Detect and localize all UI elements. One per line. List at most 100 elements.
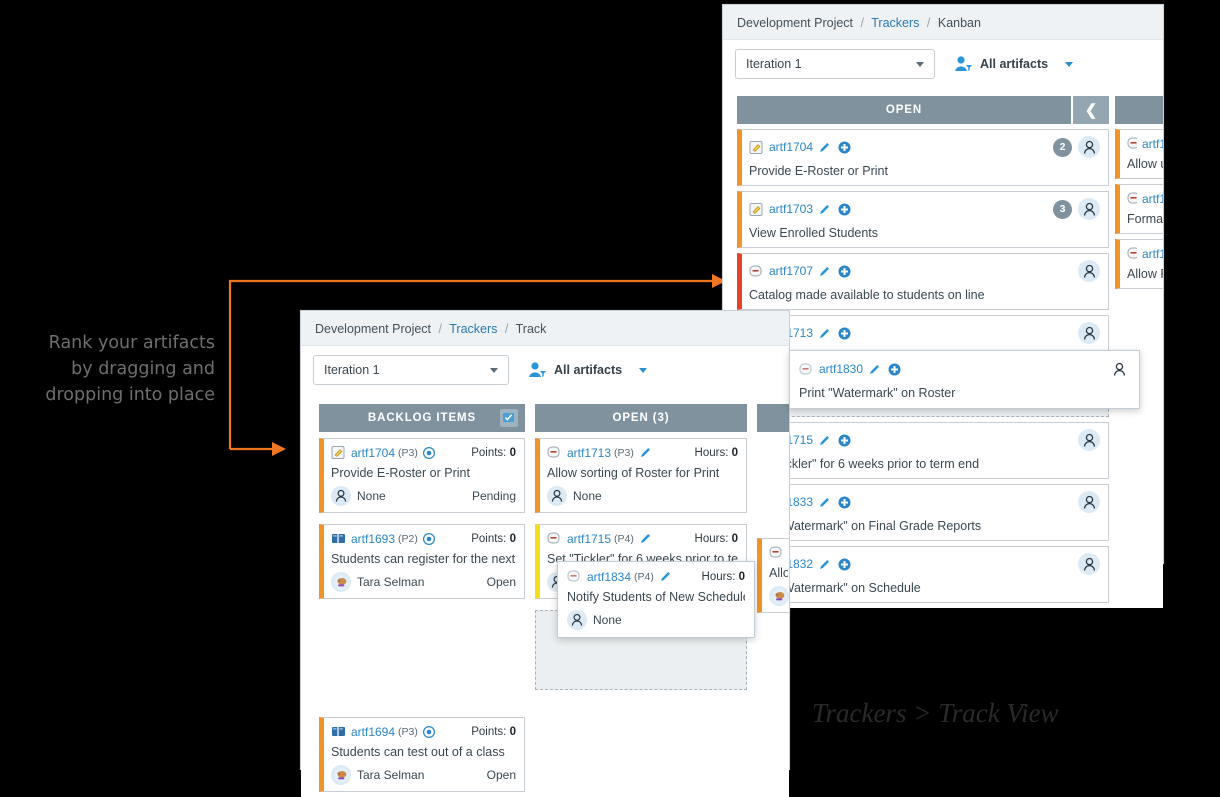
edit-pencil-icon[interactable] xyxy=(818,558,831,571)
task-icon xyxy=(567,570,580,582)
track-card-id[interactable]: artf1704 xyxy=(351,446,395,460)
add-circle-icon[interactable] xyxy=(838,496,851,509)
track-card[interactable]: artf1693 (P2) Points: 0 Students can reg… xyxy=(319,524,525,599)
iteration-select[interactable]: Iteration 1 xyxy=(313,355,509,385)
track-drag-card-metric-value: 0 xyxy=(738,570,745,583)
kanban-card[interactable]: artf1715 Set "Tickler" for 6 weeks prior… xyxy=(737,422,1109,479)
assignee-icon[interactable] xyxy=(1078,136,1100,158)
track-card-title: Allo xyxy=(769,566,788,580)
add-circle-icon[interactable] xyxy=(838,558,851,571)
assignee-icon[interactable] xyxy=(1078,260,1100,282)
track-card-metric: Hours: 0 xyxy=(695,533,738,545)
kanban-card-title: View Enrolled Students xyxy=(749,226,879,240)
track-card-metric-value: 0 xyxy=(509,446,516,459)
kanban-card-id[interactable]: artf1 xyxy=(1142,137,1163,151)
kanban-card[interactable]: artf1 Format E xyxy=(1115,184,1163,234)
assignee-icon[interactable] xyxy=(1078,429,1100,451)
collapse-column-button[interactable]: ❮ xyxy=(1071,96,1109,124)
track-card-id[interactable]: artf1713 xyxy=(567,446,611,460)
task-icon xyxy=(1127,137,1137,149)
track-card-metric-value: 0 xyxy=(731,532,738,545)
kanban-breadcrumb: Development Project / Trackers / Kanban xyxy=(723,5,1163,39)
assignee-icon[interactable] xyxy=(1078,198,1100,220)
track-card-metric-value: 0 xyxy=(509,532,516,545)
breadcrumb-trackers[interactable]: Trackers xyxy=(449,322,497,336)
track-card-priority: (P3) xyxy=(614,446,634,459)
track-drag-card-id[interactable]: artf1834 xyxy=(587,570,631,584)
kanban-card-title: Allow up xyxy=(1127,157,1163,171)
edit-pencil-icon[interactable] xyxy=(659,570,672,583)
add-circle-icon[interactable] xyxy=(888,363,901,376)
track-toolbar: Iteration 1 All artifacts xyxy=(301,345,789,394)
assignee-icon[interactable] xyxy=(1078,491,1100,513)
kanban-card[interactable]: artf1832 Print "Watermark" on Schedule xyxy=(737,546,1109,603)
track-card-id[interactable]: artf1715 xyxy=(567,532,611,546)
task-icon xyxy=(1127,247,1137,259)
add-circle-icon[interactable] xyxy=(838,327,851,340)
kanban-drag-card-title: Print "Watermark" on Roster xyxy=(799,386,956,400)
planning-board-icon[interactable] xyxy=(500,409,518,427)
edit-pencil-icon[interactable] xyxy=(818,327,831,340)
kanban-card-id[interactable]: artf1 xyxy=(1142,247,1163,261)
breadcrumb-project[interactable]: Development Project xyxy=(315,322,431,336)
track-card-assignee: Tara Selman xyxy=(357,768,425,782)
kanban-card[interactable]: artf1 Allow up xyxy=(1115,129,1163,179)
story-icon xyxy=(331,446,345,459)
track-column-backlog-header: BACKLOG ITEMS xyxy=(319,404,525,432)
edit-pencil-icon[interactable] xyxy=(818,203,831,216)
breadcrumb-project[interactable]: Development Project xyxy=(737,16,853,30)
edit-pencil-icon[interactable] xyxy=(639,446,652,459)
kanban-card[interactable]: artf1833 Print "Watermark" on Final Grad… xyxy=(737,484,1109,541)
edit-pencil-icon[interactable] xyxy=(639,532,652,545)
artifact-filter[interactable]: All artifacts xyxy=(527,361,648,379)
track-card-metric-value: 0 xyxy=(509,725,516,738)
track-card-id[interactable]: artf1693 xyxy=(351,532,395,546)
kanban-card-id[interactable]: artf1704 xyxy=(769,140,813,154)
kanban-card-title: Format E xyxy=(1127,212,1163,226)
add-circle-icon[interactable] xyxy=(422,725,435,738)
edit-pencil-icon[interactable] xyxy=(868,363,881,376)
add-circle-icon[interactable] xyxy=(838,265,851,278)
kanban-card-title: Set "Tickler" for 6 weeks prior to term … xyxy=(749,457,980,471)
track-column-open-header: OPEN (3) xyxy=(535,404,747,432)
assignee-icon[interactable] xyxy=(1078,322,1100,344)
track-card-priority: (P4) xyxy=(614,532,634,545)
kanban-card[interactable]: artf1 Allow Fil xyxy=(1115,239,1163,289)
task-icon xyxy=(547,532,560,544)
add-circle-icon[interactable] xyxy=(838,203,851,216)
edit-pencil-icon[interactable] xyxy=(818,434,831,447)
kanban-card-id[interactable]: artf1703 xyxy=(769,202,813,216)
kanban-drag-ghost-card[interactable]: artf1830 Print "Watermark" on Roster xyxy=(789,350,1140,409)
track-card-metric-value: 0 xyxy=(731,446,738,459)
iteration-select[interactable]: Iteration 1 xyxy=(735,49,935,79)
kanban-card-id[interactable]: artf1 xyxy=(1142,192,1163,206)
track-card[interactable]: artf1704 (P3) Points: 0 Provide E-Roster… xyxy=(319,438,525,513)
track-card[interactable]: artf1694 (P3) Points: 0 Students can tes… xyxy=(319,717,525,792)
track-card[interactable]: artf1713 (P3) Hours: 0 Allow sorting of … xyxy=(535,438,747,513)
add-circle-icon[interactable] xyxy=(422,446,435,459)
edit-pencil-icon[interactable] xyxy=(818,265,831,278)
track-column-backlog: BACKLOG ITEMS artf1704 (P3) Points: 0 Pr… xyxy=(319,404,525,797)
kanban-drag-card-id[interactable]: artf1830 xyxy=(819,362,863,376)
kanban-card-id[interactable]: artf1707 xyxy=(769,264,813,278)
edit-pencil-icon[interactable] xyxy=(818,496,831,509)
add-circle-icon[interactable] xyxy=(838,141,851,154)
tara-avatar xyxy=(331,572,351,592)
breadcrumb-trackers[interactable]: Trackers xyxy=(871,16,919,30)
task-icon xyxy=(1127,192,1137,204)
kanban-card[interactable]: artf1703 3 View Enrolled Students xyxy=(737,191,1109,248)
kanban-card[interactable]: artf1704 2 Provide E-Roster or Print xyxy=(737,129,1109,186)
assignee-icon[interactable] xyxy=(1078,553,1100,575)
add-circle-icon[interactable] xyxy=(422,532,435,545)
track-card[interactable]: Allo xyxy=(757,538,789,613)
artifact-filter[interactable]: All artifacts xyxy=(953,55,1074,73)
add-circle-icon[interactable] xyxy=(838,434,851,447)
assignee-icon[interactable] xyxy=(1108,358,1130,380)
edit-pencil-icon[interactable] xyxy=(818,141,831,154)
track-drag-ghost-card[interactable]: artf1834 (P4) Hours: 0 Notify Students o… xyxy=(557,561,755,638)
none-avatar xyxy=(331,486,351,506)
tara-avatar xyxy=(331,765,351,785)
iteration-select-value: Iteration 1 xyxy=(324,363,380,377)
track-card-id[interactable]: artf1694 xyxy=(351,725,395,739)
kanban-card[interactable]: artf1707 Catalog made available to stude… xyxy=(737,253,1109,310)
